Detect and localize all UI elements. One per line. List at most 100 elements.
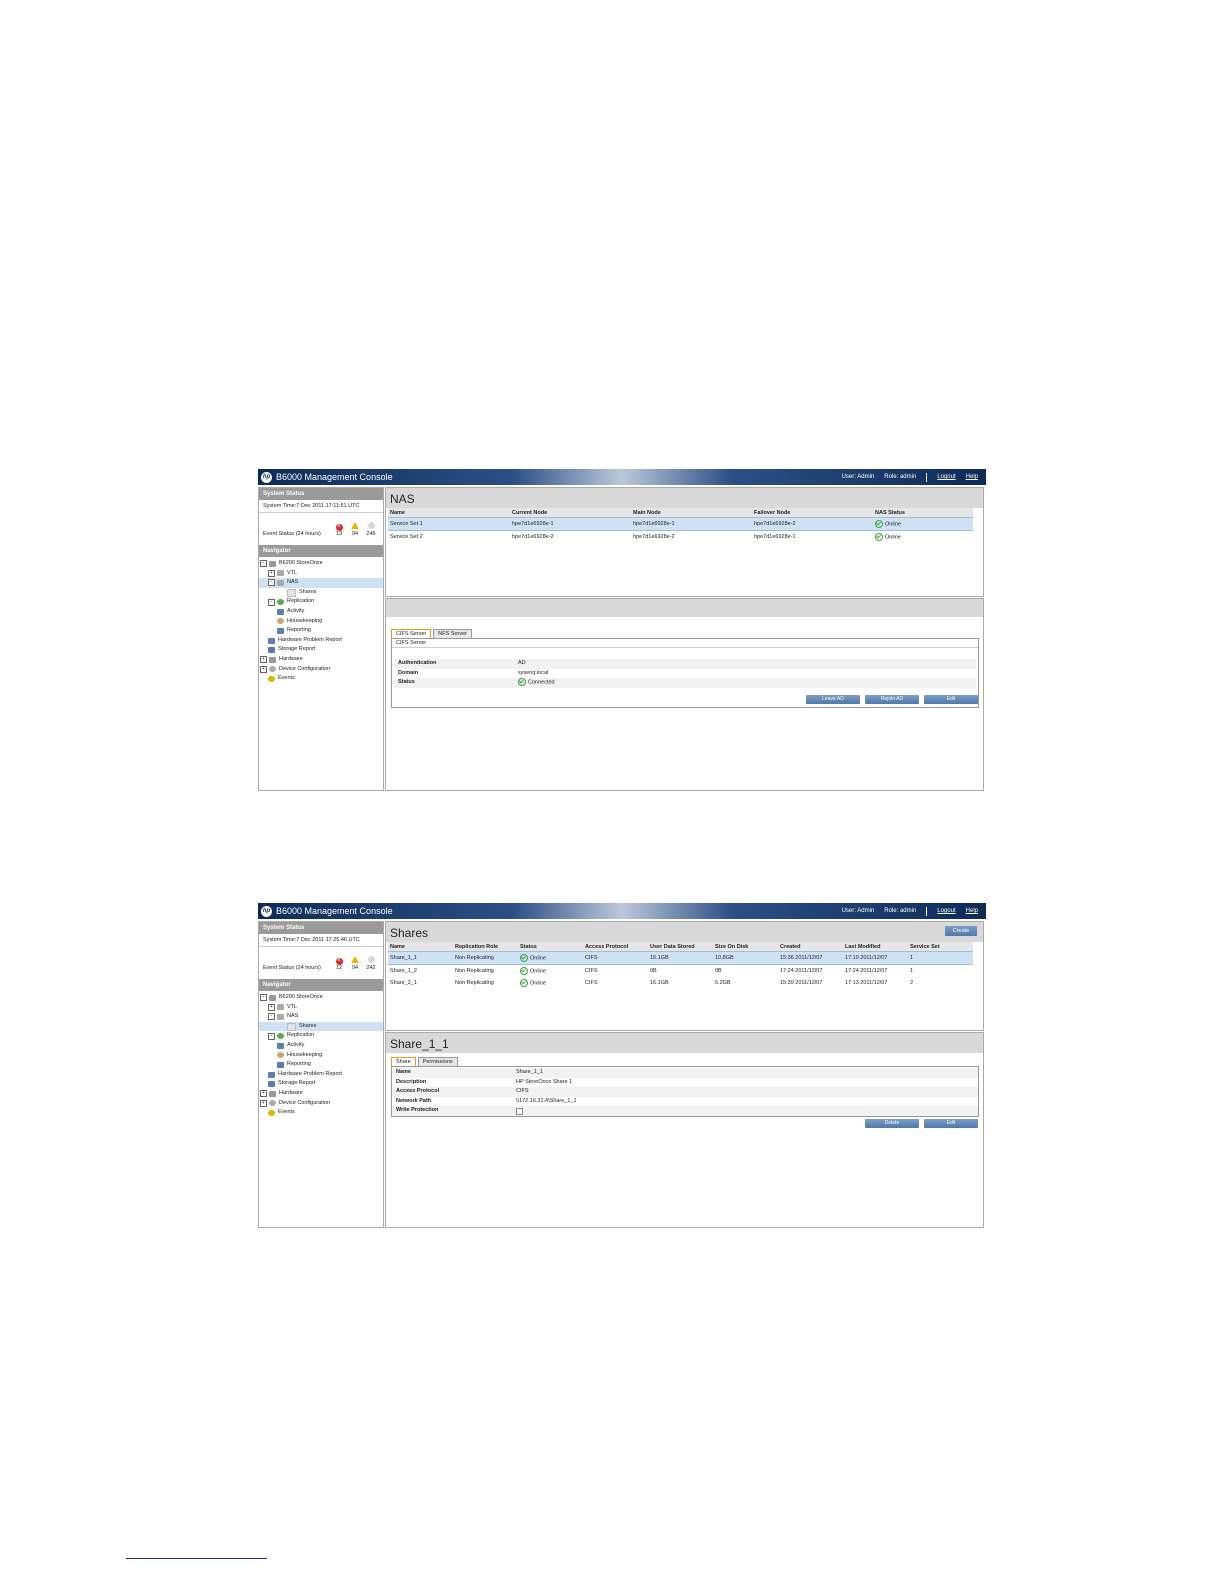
warning-count[interactable]: 94 xyxy=(352,965,358,971)
logout-link[interactable]: Logout xyxy=(937,474,955,480)
collapse-icon[interactable]: − xyxy=(268,1032,275,1040)
nav-item-reporting[interactable]: Reporting xyxy=(259,626,383,636)
collapse-icon[interactable]: − xyxy=(268,579,275,587)
nav-item-shares[interactable]: Shares xyxy=(259,588,383,598)
collapse-icon[interactable]: − xyxy=(268,1013,275,1021)
nav-label: Replication xyxy=(287,1032,315,1039)
delete-button[interactable]: Delete xyxy=(865,1119,919,1128)
nav-item-device-configuration[interactable]: + Device Configuration xyxy=(259,665,383,675)
nav-item-reporting[interactable]: Reporting xyxy=(259,1060,383,1070)
role-label: Role: xyxy=(884,474,899,480)
nas-table: Name Current Node Main Node Failover Nod… xyxy=(388,508,973,543)
leave-ad-button[interactable]: Leave AD xyxy=(806,695,860,704)
info-count[interactable]: 246 xyxy=(366,531,375,537)
error-icon[interactable]: × xyxy=(335,958,343,965)
write-protection-checkbox[interactable] xyxy=(516,1108,523,1116)
column-header[interactable]: Status xyxy=(518,942,583,952)
connected-check-icon xyxy=(518,678,526,687)
nav-item-replication[interactable]: − Replication xyxy=(259,1031,383,1041)
column-header[interactable]: Created xyxy=(778,942,843,952)
error-count[interactable]: 13 xyxy=(336,531,342,537)
nav-label: Shares xyxy=(299,1022,317,1029)
tab-nfs-server[interactable]: NFS Server xyxy=(433,629,472,638)
column-header[interactable]: NAS Status xyxy=(873,508,973,518)
nav-item-shares[interactable]: Shares xyxy=(259,1021,383,1032)
error-icon[interactable]: × xyxy=(335,524,343,531)
expand-icon[interactable]: + xyxy=(268,569,275,577)
table-row[interactable]: Share_2_1 Non Replicating Online CIFS 16… xyxy=(388,977,973,989)
collapse-icon[interactable]: − xyxy=(260,560,267,568)
column-header[interactable]: Name xyxy=(388,508,510,518)
table-row[interactable]: Share_1_2 Non Replicating Online CIFS 0B… xyxy=(388,965,973,978)
column-header[interactable]: Size On Disk xyxy=(713,942,778,952)
tab-cifs-server[interactable]: CIFS Server xyxy=(391,629,432,638)
table-row[interactable]: Service Set 1 hpe7d1e6928e-1 hpe7d1e6928… xyxy=(388,517,973,531)
nav-item-vtl[interactable]: + VTL xyxy=(259,1003,383,1013)
cell: hpe7d1e6928e-1 xyxy=(631,517,752,531)
warning-icon[interactable] xyxy=(351,522,359,529)
create-button[interactable]: Create xyxy=(945,926,977,936)
edit-button[interactable]: Edit xyxy=(924,1119,978,1128)
column-header[interactable]: Name xyxy=(388,942,453,952)
nav-item-storage-report[interactable]: Storage Report xyxy=(259,1079,383,1089)
nav-item-nas[interactable]: − NAS xyxy=(259,1012,383,1022)
help-link[interactable]: Help xyxy=(966,908,978,914)
nav-item-vtl[interactable]: + VTL xyxy=(259,569,383,579)
column-header[interactable]: Current Node xyxy=(510,508,631,518)
info-count[interactable]: 242 xyxy=(366,965,375,971)
nav-item-activity[interactable]: Activity xyxy=(259,607,383,617)
activity-icon xyxy=(277,1042,284,1049)
rejoin-ad-button[interactable]: Rejoin AD xyxy=(865,695,919,704)
info-icon[interactable] xyxy=(367,956,375,963)
expand-icon[interactable]: + xyxy=(268,1003,275,1011)
nav-item-hardware-problem-report[interactable]: Hardware Problem Report xyxy=(259,636,383,646)
help-link[interactable]: Help xyxy=(966,474,978,480)
nav-item-hardware-problem-report[interactable]: Hardware Problem Report xyxy=(259,1070,383,1080)
status-cell: Online xyxy=(873,517,973,531)
nav-item-events[interactable]: Events xyxy=(259,1108,383,1118)
tab-permissions[interactable]: Permissions xyxy=(417,1057,458,1066)
column-header[interactable]: Last Modified xyxy=(843,942,908,952)
event-status: Event Status (24 hours) × 13 94 246 xyxy=(259,513,383,539)
column-header[interactable]: Access Protocol xyxy=(583,942,648,952)
expand-icon[interactable]: + xyxy=(260,656,267,664)
expand-icon[interactable]: + xyxy=(260,665,267,673)
nav-item-housekeeping[interactable]: Housekeeping xyxy=(259,617,383,627)
nav-item-replication[interactable]: − Replication xyxy=(259,597,383,607)
cell: CIFS xyxy=(585,980,598,986)
table-row[interactable]: Share_1_1 Non Replicating Online CIFS 16… xyxy=(388,951,973,965)
nav-item-hardware[interactable]: + Hardware xyxy=(259,1089,383,1099)
detail-value: sysenq.local xyxy=(518,669,549,676)
nav-item-storeonce[interactable]: − B6200 StoreOnce xyxy=(259,559,383,569)
tab-share[interactable]: Share xyxy=(391,1057,416,1066)
error-count[interactable]: 12 xyxy=(336,965,342,971)
nav-item-nas[interactable]: − NAS xyxy=(259,578,383,588)
console-window-shares: hp B6000 Management Console User: Admin … xyxy=(258,903,986,1228)
collapse-icon[interactable]: − xyxy=(268,598,275,606)
nav-item-device-configuration[interactable]: + Device Configuration xyxy=(259,1099,383,1109)
role-name: admin xyxy=(899,908,917,914)
cell: 17:24 2011/12/07 xyxy=(845,968,888,974)
nav-item-storeonce[interactable]: − B6200 StoreOnce xyxy=(259,993,383,1003)
nav-item-activity[interactable]: Activity xyxy=(259,1041,383,1051)
warning-count[interactable]: 94 xyxy=(352,531,358,537)
logout-link[interactable]: Logout xyxy=(937,908,955,914)
column-header[interactable]: User Data Stored xyxy=(648,942,713,952)
column-header[interactable]: Replication Role xyxy=(453,942,518,952)
column-header[interactable]: Main Node xyxy=(631,508,752,518)
column-header[interactable]: Service Set xyxy=(908,942,973,952)
report-icon xyxy=(268,1081,275,1088)
expand-icon[interactable]: + xyxy=(260,1090,267,1098)
report-icon xyxy=(268,1071,275,1078)
info-icon[interactable] xyxy=(367,522,375,529)
warning-icon[interactable] xyxy=(351,956,359,963)
column-header[interactable]: Failover Node xyxy=(752,508,873,518)
collapse-icon[interactable]: − xyxy=(260,994,267,1002)
nav-item-events[interactable]: Events xyxy=(259,674,383,684)
nav-item-storage-report[interactable]: Storage Report xyxy=(259,645,383,655)
nav-item-housekeeping[interactable]: Housekeeping xyxy=(259,1051,383,1061)
expand-icon[interactable]: + xyxy=(260,1099,267,1107)
edit-button[interactable]: Edit xyxy=(924,695,978,704)
table-row[interactable]: Service Set 2 hpe7d1e6928e-2 hpe7d1e6928… xyxy=(388,531,973,544)
nav-item-hardware[interactable]: + Hardware xyxy=(259,655,383,665)
